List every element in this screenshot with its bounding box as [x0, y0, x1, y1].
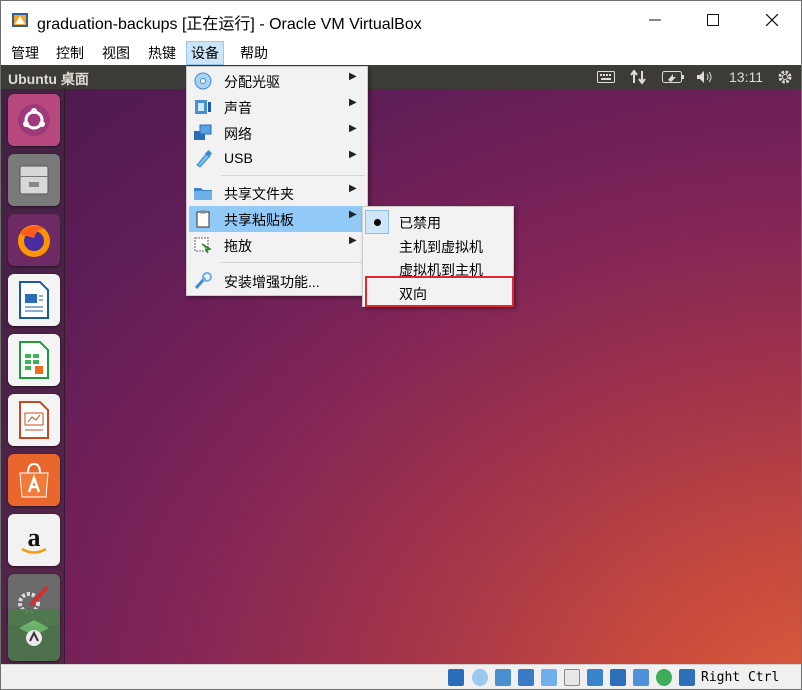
menu-control[interactable]: 控制: [52, 41, 88, 65]
optical-drive-icon[interactable]: [472, 669, 488, 686]
devices-menu: 分配光驱 ▶ 声音 ▶ 网络 ▶ USB ▶ 共享文件夹 ▶ 共享粘贴板 ▶ 拖…: [186, 66, 368, 296]
panel-title: Ubuntu 桌面: [8, 71, 89, 87]
network-arrows-icon[interactable]: [630, 68, 646, 86]
svg-text:a: a: [28, 523, 41, 552]
menu-item-shared-clipboard[interactable]: 共享粘贴板 ▶: [189, 206, 365, 232]
close-icon: [766, 14, 778, 26]
ubuntu-top-panel: Ubuntu 桌面 13:11: [1, 65, 801, 89]
impress-icon[interactable]: [8, 394, 60, 446]
annotation-highlight-box: [365, 276, 514, 307]
menu-item-network[interactable]: 网络 ▶: [189, 120, 365, 146]
submenu-arrow-icon: ▶: [349, 123, 357, 134]
guest-additions-icon: [194, 272, 212, 290]
keyboard-icon[interactable]: [597, 68, 615, 86]
menu-item-audio[interactable]: 声音 ▶: [189, 94, 365, 120]
radio-dot-icon: [374, 219, 381, 226]
minimize-button[interactable]: [626, 1, 684, 39]
submenu-arrow-icon: ▶: [349, 149, 357, 160]
menu-separator: [221, 262, 365, 263]
volume-icon[interactable]: [696, 68, 714, 86]
submenu-arrow-icon: ▶: [349, 235, 357, 246]
shared-folders-status-icon[interactable]: [564, 669, 580, 686]
close-button[interactable]: [743, 1, 801, 39]
panel-clock[interactable]: 13:11: [729, 69, 763, 85]
host-key-label: Right Ctrl: [701, 670, 780, 685]
minimize-icon: [649, 19, 661, 21]
update-icon[interactable]: [8, 609, 60, 661]
menu-hotkeys[interactable]: 热键: [144, 41, 180, 65]
writer-icon[interactable]: [8, 274, 60, 326]
menu-item-install-guest-additions[interactable]: 安装增强功能...: [189, 268, 365, 294]
settings-gear-icon[interactable]: [776, 68, 794, 86]
recording-status-icon[interactable]: [610, 669, 626, 686]
ubuntu-desktop: [1, 89, 801, 664]
usb-status-icon[interactable]: [541, 669, 557, 686]
menu-manage[interactable]: 管理: [7, 41, 43, 65]
mouse-integration-icon[interactable]: [656, 669, 672, 686]
menu-help[interactable]: 帮助: [236, 41, 272, 65]
shared-folder-icon: [194, 188, 212, 200]
status-bar: Right Ctrl: [1, 664, 801, 689]
submenu-arrow-icon: ▶: [349, 183, 357, 194]
virtualization-status-icon[interactable]: [633, 669, 649, 686]
battery-icon[interactable]: [662, 68, 684, 86]
usb-icon: [196, 150, 213, 168]
maximize-icon: [707, 14, 719, 26]
ubuntu-icon[interactable]: [8, 94, 60, 146]
menu-separator: [221, 175, 365, 176]
window-title: graduation-backups [正在运行] - Oracle VM Vi…: [37, 16, 422, 33]
submenu-arrow-icon: ▶: [349, 209, 357, 220]
submenu-arrow-icon: ▶: [349, 71, 357, 82]
drag-drop-icon: [194, 237, 212, 254]
audio-icon: [195, 100, 211, 114]
menu-item-drag-drop[interactable]: 拖放 ▶: [189, 232, 365, 258]
network-icon: [194, 124, 212, 140]
virtualbox-window: graduation-backups [正在运行] - Oracle VM Vi…: [0, 0, 802, 690]
keyboard-capture-icon[interactable]: [679, 669, 695, 686]
menu-devices[interactable]: 设备: [186, 41, 224, 65]
menu-item-optical-drive[interactable]: 分配光驱 ▶: [189, 68, 365, 94]
software-center-icon[interactable]: [8, 454, 60, 506]
maximize-button[interactable]: [684, 1, 742, 39]
menu-item-shared-folders[interactable]: 共享文件夹 ▶: [189, 180, 365, 206]
submenu-arrow-icon: ▶: [349, 97, 357, 108]
menu-bar: 管理 控制 视图 热键 设备 帮助: [1, 39, 801, 65]
amazon-icon[interactable]: a: [8, 514, 60, 566]
ubuntu-launcher: a: [1, 89, 65, 664]
clipboard-option-host-to-guest[interactable]: 主机到虚拟机: [365, 234, 511, 258]
menu-item-usb[interactable]: USB ▶: [189, 146, 365, 172]
network-status-icon[interactable]: [518, 669, 534, 686]
clipboard-icon: [196, 210, 210, 228]
hard-disk-icon[interactable]: [448, 669, 464, 686]
file-manager-icon[interactable]: [8, 154, 60, 206]
optical-disc-icon: [194, 72, 212, 90]
checked-indicator: [365, 210, 389, 234]
calc-icon[interactable]: [8, 334, 60, 386]
virtualbox-app-icon: [12, 13, 28, 27]
firefox-icon[interactable]: [8, 214, 60, 266]
clipboard-option-disabled[interactable]: 已禁用: [365, 210, 511, 234]
title-bar: graduation-backups [正在运行] - Oracle VM Vi…: [1, 1, 801, 39]
menu-view[interactable]: 视图: [98, 41, 134, 65]
audio-status-icon[interactable]: [495, 669, 511, 686]
display-status-icon[interactable]: [587, 669, 603, 686]
